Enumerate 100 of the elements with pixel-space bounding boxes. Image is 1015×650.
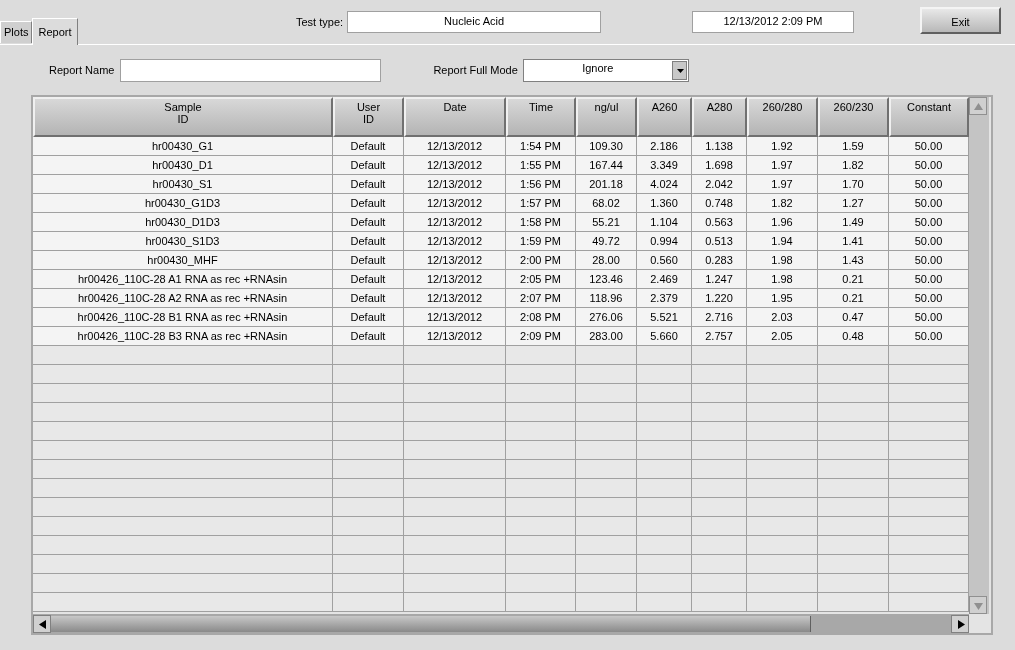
table-cell: 2.757 bbox=[692, 327, 747, 346]
table-cell: hr00430_S1D3 bbox=[33, 232, 333, 251]
table-cell: Default bbox=[333, 251, 404, 270]
table-cell: 1:59 PM bbox=[506, 232, 576, 251]
report-full-mode-dropdown[interactable]: Ignore bbox=[522, 58, 689, 82]
table-cell: 12/13/2012 bbox=[404, 213, 506, 232]
table-cell: 1.59 bbox=[818, 137, 889, 156]
table-cell: 201.18 bbox=[576, 175, 637, 194]
table-cell: 2.042 bbox=[692, 175, 747, 194]
table-cell: 1.98 bbox=[747, 251, 818, 270]
table-cell: 2:00 PM bbox=[506, 251, 576, 270]
table-cell: 2.03 bbox=[747, 308, 818, 327]
scrollbar-thumb[interactable] bbox=[51, 615, 811, 632]
table-cell: 12/13/2012 bbox=[404, 175, 506, 194]
table-cell: 1:58 PM bbox=[506, 213, 576, 232]
table-cell: hr00430_S1 bbox=[33, 175, 333, 194]
horizontal-scrollbar[interactable] bbox=[33, 614, 969, 633]
table-cell: 50.00 bbox=[889, 270, 969, 289]
tab[interactable]: Plots bbox=[0, 21, 33, 43]
table-cell: 1.95 bbox=[747, 289, 818, 308]
table-cell: 50.00 bbox=[889, 327, 969, 346]
table-cell: 1.49 bbox=[818, 213, 889, 232]
table-cell: Default bbox=[333, 232, 404, 251]
table-cell: 1.41 bbox=[818, 232, 889, 251]
table-cell: 68.02 bbox=[576, 194, 637, 213]
column-header[interactable]: ng/ul bbox=[576, 97, 637, 137]
table-cell: 55.21 bbox=[576, 213, 637, 232]
table-cell: 1.97 bbox=[747, 156, 818, 175]
table-cell: Default bbox=[333, 213, 404, 232]
table-cell: 50.00 bbox=[889, 308, 969, 327]
test-type-label: Test type: bbox=[296, 14, 344, 30]
table-cell: 50.00 bbox=[889, 175, 969, 194]
table-cell: 5.660 bbox=[637, 327, 692, 346]
table-cell: 0.283 bbox=[692, 251, 747, 270]
table-cell: 1.92 bbox=[747, 137, 818, 156]
table-cell: 2:08 PM bbox=[506, 308, 576, 327]
column-header[interactable]: A280 bbox=[692, 97, 747, 137]
table-cell: hr00430_MHF bbox=[33, 251, 333, 270]
table-cell: 1.43 bbox=[818, 251, 889, 270]
table-cell: 1.70 bbox=[818, 175, 889, 194]
column-header[interactable]: 260/230 bbox=[818, 97, 889, 137]
table-cell: 276.06 bbox=[576, 308, 637, 327]
table-cell: 1.360 bbox=[637, 194, 692, 213]
table-cell: 2:07 PM bbox=[506, 289, 576, 308]
table-cell: 12/13/2012 bbox=[404, 327, 506, 346]
table-cell: 50.00 bbox=[889, 194, 969, 213]
table-cell: 1.220 bbox=[692, 289, 747, 308]
table-cell: 12/13/2012 bbox=[404, 289, 506, 308]
table-cell: 12/13/2012 bbox=[404, 194, 506, 213]
table-cell: 2.469 bbox=[637, 270, 692, 289]
table-cell: 12/13/2012 bbox=[404, 308, 506, 327]
table-cell: 2:05 PM bbox=[506, 270, 576, 289]
table-cell: 2.716 bbox=[692, 308, 747, 327]
column-header[interactable]: Constant bbox=[889, 97, 969, 137]
test-type-field[interactable]: Nucleic Acid bbox=[347, 11, 602, 33]
column-header[interactable]: Date bbox=[404, 97, 506, 137]
table-cell: hr00426_110C-28 A1 RNA as rec +RNAsin bbox=[33, 270, 333, 289]
table-cell: 0.748 bbox=[692, 194, 747, 213]
table-cell: 50.00 bbox=[889, 232, 969, 251]
report-name-field[interactable] bbox=[120, 58, 382, 82]
table-cell: 1.82 bbox=[818, 156, 889, 175]
table-cell: hr00426_110C-28 B3 RNA as rec +RNAsin bbox=[33, 327, 333, 346]
table-cell: 1.98 bbox=[747, 270, 818, 289]
column-header[interactable]: Sample ID bbox=[33, 97, 333, 137]
table-cell: 50.00 bbox=[889, 289, 969, 308]
report-full-mode-label: Report Full Mode bbox=[433, 62, 518, 78]
table-cell: 1:54 PM bbox=[506, 137, 576, 156]
column-header[interactable]: A260 bbox=[637, 97, 692, 137]
table-cell: 1.27 bbox=[818, 194, 889, 213]
table-cell: Default bbox=[333, 289, 404, 308]
column-header[interactable]: User ID bbox=[333, 97, 404, 137]
table-cell: Default bbox=[333, 308, 404, 327]
table-cell: 12/13/2012 bbox=[404, 251, 506, 270]
column-header[interactable]: 260/280 bbox=[747, 97, 818, 137]
table-cell: 12/13/2012 bbox=[404, 137, 506, 156]
table-cell: hr00426_110C-28 B1 RNA as rec +RNAsin bbox=[33, 308, 333, 327]
table-cell: 1.94 bbox=[747, 232, 818, 251]
table-cell: 1.247 bbox=[692, 270, 747, 289]
table-cell: 49.72 bbox=[576, 232, 637, 251]
table-cell: 118.96 bbox=[576, 289, 637, 308]
table-cell: 50.00 bbox=[889, 213, 969, 232]
table-cell: 0.47 bbox=[818, 308, 889, 327]
table-cell: 0.994 bbox=[637, 232, 692, 251]
table-cell: 12/13/2012 bbox=[404, 156, 506, 175]
table-cell: 1.97 bbox=[747, 175, 818, 194]
table-cell: 2:09 PM bbox=[506, 327, 576, 346]
exit-button[interactable]: Exit bbox=[920, 7, 1001, 34]
table-cell: Default bbox=[333, 327, 404, 346]
table-cell: hr00430_G1 bbox=[33, 137, 333, 156]
tab[interactable]: Report bbox=[32, 18, 78, 45]
table-cell: 0.563 bbox=[692, 213, 747, 232]
table-cell: 1:56 PM bbox=[506, 175, 576, 194]
table-cell: Default bbox=[333, 270, 404, 289]
table-cell: 1:55 PM bbox=[506, 156, 576, 175]
table-cell: 1:57 PM bbox=[506, 194, 576, 213]
table-cell: 1.104 bbox=[637, 213, 692, 232]
table-cell: hr00430_D1 bbox=[33, 156, 333, 175]
table-cell: 50.00 bbox=[889, 251, 969, 270]
vertical-scrollbar[interactable] bbox=[969, 97, 989, 614]
column-header[interactable]: Time bbox=[506, 97, 576, 137]
